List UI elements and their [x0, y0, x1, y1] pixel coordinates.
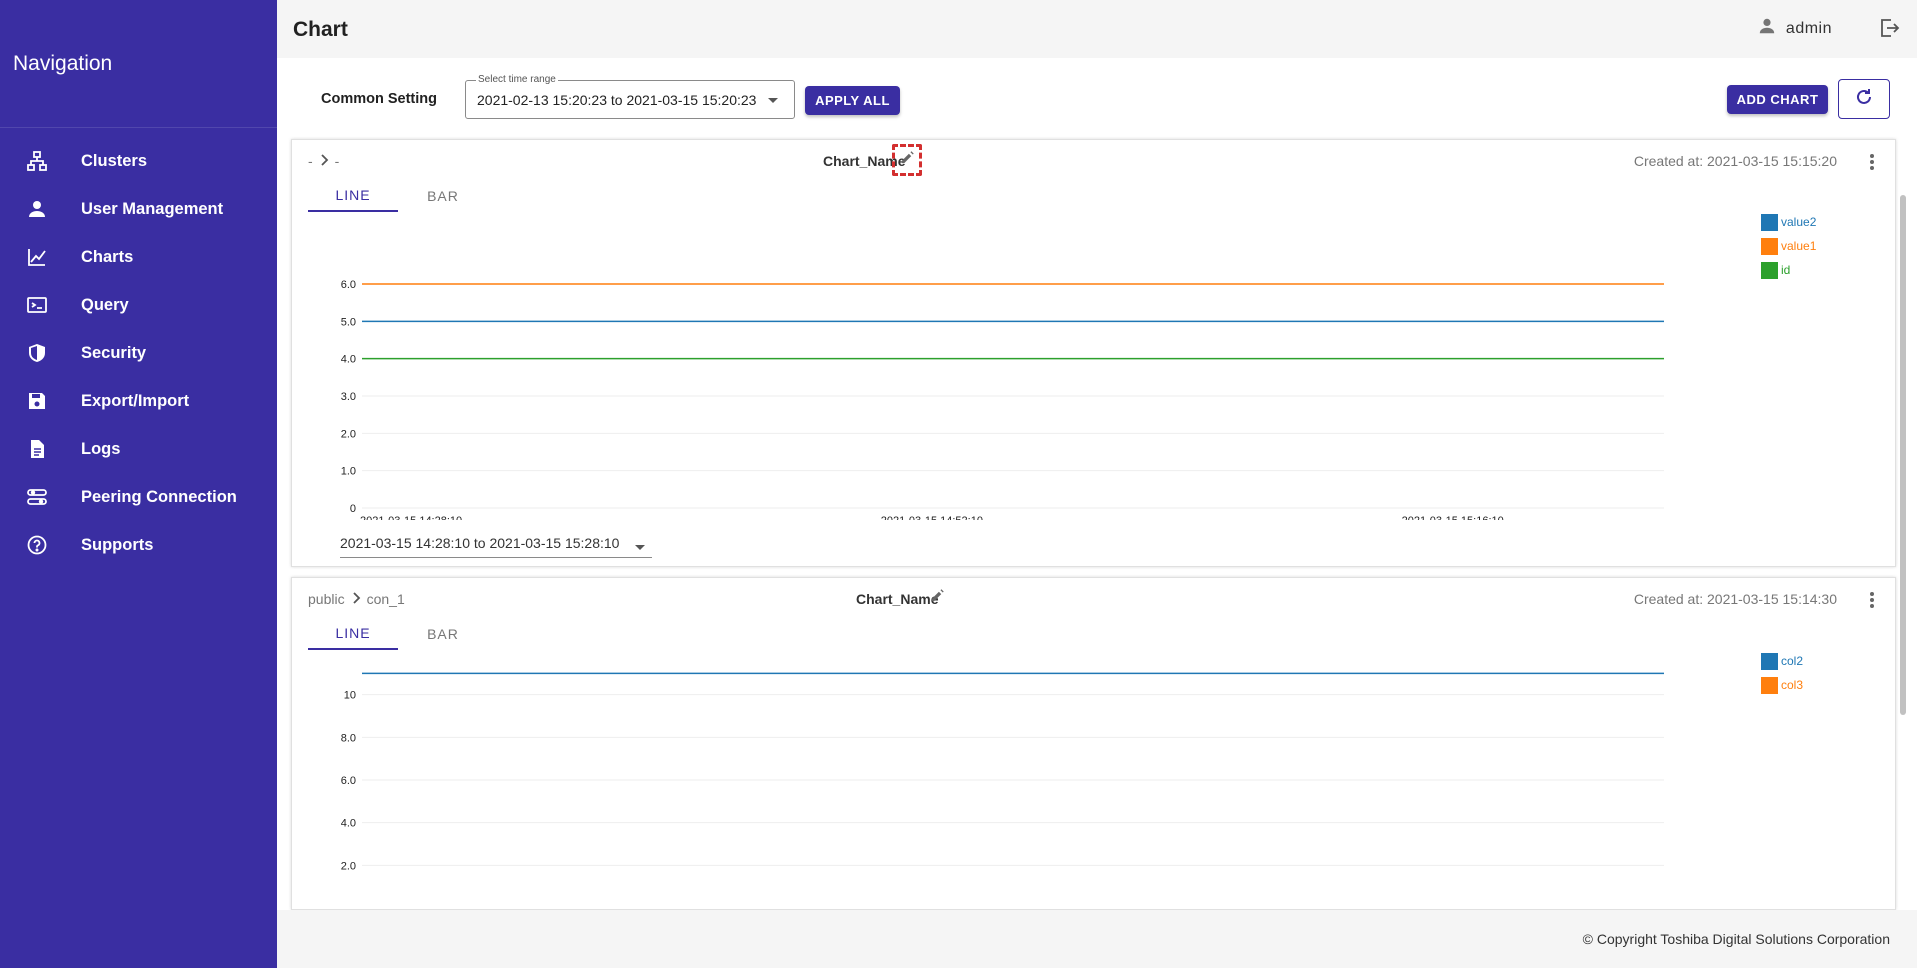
legend-item-id[interactable]: id — [1761, 258, 1816, 282]
sidebar: Navigation Clusters User Management Char… — [0, 0, 277, 968]
y-tick-label: 4.0 — [341, 354, 356, 366]
legend-item-col2[interactable]: col2 — [1761, 649, 1803, 673]
chart-legend: col2 col3 — [1761, 649, 1803, 697]
sidebar-item-label: Export/Import — [81, 391, 190, 410]
chart-card: - - Chart_Name Created at: 2021-03-15 15… — [291, 139, 1896, 567]
legend-item-col3[interactable]: col3 — [1761, 673, 1803, 697]
person-icon — [26, 198, 48, 220]
sidebar-item-label: Query — [81, 295, 129, 314]
more-vertical-icon[interactable] — [1864, 590, 1880, 610]
account-icon — [1758, 17, 1776, 40]
y-tick-label: 2.0 — [341, 860, 356, 872]
apply-all-button[interactable]: APPLY ALL — [805, 86, 900, 115]
chart-card: public con_1 Chart_Name Created at: 2021… — [291, 577, 1896, 910]
time-range-value: 2021-02-13 15:20:23 to 2021-03-15 15:20:… — [477, 92, 757, 108]
y-tick-label: 0 — [350, 503, 356, 515]
copyright: © Copyright Toshiba Digital Solutions Co… — [1582, 931, 1890, 947]
sidebar-item-clusters[interactable]: Clusters — [0, 137, 277, 185]
x-tick-label: 2021-03-15 14:52:10 — [881, 515, 983, 520]
chart-legend: value2 value1 id — [1761, 210, 1816, 282]
sidebar-item-peering-connection[interactable]: Peering Connection — [0, 473, 277, 521]
add-chart-button[interactable]: ADD CHART — [1727, 85, 1828, 114]
y-tick-label: 4.0 — [341, 818, 356, 830]
sidebar-item-label: Supports — [81, 535, 154, 554]
legend-item-value1[interactable]: value1 — [1761, 234, 1816, 258]
footer: © Copyright Toshiba Digital Solutions Co… — [277, 910, 1917, 968]
nav-title: Navigation — [13, 52, 113, 75]
legend-item-value2[interactable]: value2 — [1761, 210, 1816, 234]
sidebar-item-export-import[interactable]: Export/Import — [0, 377, 277, 425]
help-icon — [26, 534, 48, 556]
terminal-icon — [26, 294, 48, 316]
line-chart: 2.0 4.0 6.0 8.0 10 — [341, 672, 1664, 872]
more-vertical-icon[interactable] — [1864, 152, 1880, 172]
y-tick-label: 6.0 — [341, 279, 356, 291]
chart-range-value: 2021-03-15 14:28:10 to 2021-03-15 15:28:… — [340, 535, 620, 551]
nav-list: Clusters User Management Charts Query Se… — [0, 137, 277, 569]
sidebar-item-logs[interactable]: Logs — [0, 425, 277, 473]
y-tick-label: 5.0 — [341, 316, 356, 328]
time-range-select[interactable]: Select time range 2021-02-13 15:20:23 to… — [465, 74, 795, 119]
x-tick-label: 2021-03-15 14:28:10 — [360, 515, 462, 520]
shield-icon — [26, 342, 48, 364]
refresh-icon — [1854, 87, 1874, 112]
document-icon — [26, 438, 48, 460]
save-icon — [26, 390, 48, 412]
scrollbar-thumb[interactable] — [1900, 195, 1906, 715]
sidebar-item-label: Logs — [81, 439, 121, 458]
scrollbar[interactable] — [1899, 140, 1907, 812]
username: admin — [1785, 19, 1832, 37]
chart-range-select[interactable]: 2021-03-15 14:28:10 to 2021-03-15 15:28:… — [340, 530, 652, 558]
x-tick-label: 2021-03-15 15:16:10 — [1402, 515, 1504, 520]
y-tick-label: 8.0 — [341, 732, 356, 744]
sidebar-item-label: Charts — [81, 247, 134, 266]
line-chart: 0 1.0 2.0 3.0 4.0 5.0 6.0 2021-03-15 14:28:10 20… — [341, 279, 1664, 520]
sitemap-icon — [26, 150, 48, 172]
y-tick-label: 10 — [344, 690, 356, 702]
y-tick-label: 1.0 — [341, 466, 356, 478]
y-tick-label: 2.0 — [341, 428, 356, 440]
main-content: Common Setting Select time range 2021-02… — [277, 58, 1917, 910]
sidebar-item-label: Clusters — [81, 151, 148, 170]
user-menu[interactable]: admin — [1758, 17, 1832, 40]
logout-icon[interactable] — [1878, 17, 1902, 41]
sidebar-item-charts[interactable]: Charts — [0, 233, 277, 281]
y-tick-label: 6.0 — [341, 775, 356, 787]
sidebar-item-label: Security — [81, 343, 147, 362]
sidebar-item-label: Peering Connection — [81, 487, 237, 506]
common-setting-label: Common Setting — [321, 91, 437, 107]
sidebar-item-query[interactable]: Query — [0, 281, 277, 329]
chevron-down-icon — [768, 98, 778, 103]
time-range-legend: Select time range — [476, 74, 558, 85]
sidebar-item-security[interactable]: Security — [0, 329, 277, 377]
page-title: Chart — [293, 18, 348, 41]
common-setting-bar: Common Setting Select time range 2021-02… — [277, 58, 1917, 138]
app: Navigation Clusters User Management Char… — [0, 0, 1917, 968]
refresh-button[interactable] — [1838, 79, 1890, 119]
tune-icon — [26, 486, 48, 508]
top-bar: Chart admin — [277, 0, 1917, 58]
y-tick-label: 3.0 — [341, 391, 356, 403]
line-chart-icon — [26, 246, 48, 268]
nav-divider — [0, 127, 277, 128]
chevron-down-icon — [635, 545, 645, 550]
sidebar-item-supports[interactable]: Supports — [0, 521, 277, 569]
sidebar-item-label: User Management — [81, 199, 224, 218]
sidebar-item-user-management[interactable]: User Management — [0, 185, 277, 233]
